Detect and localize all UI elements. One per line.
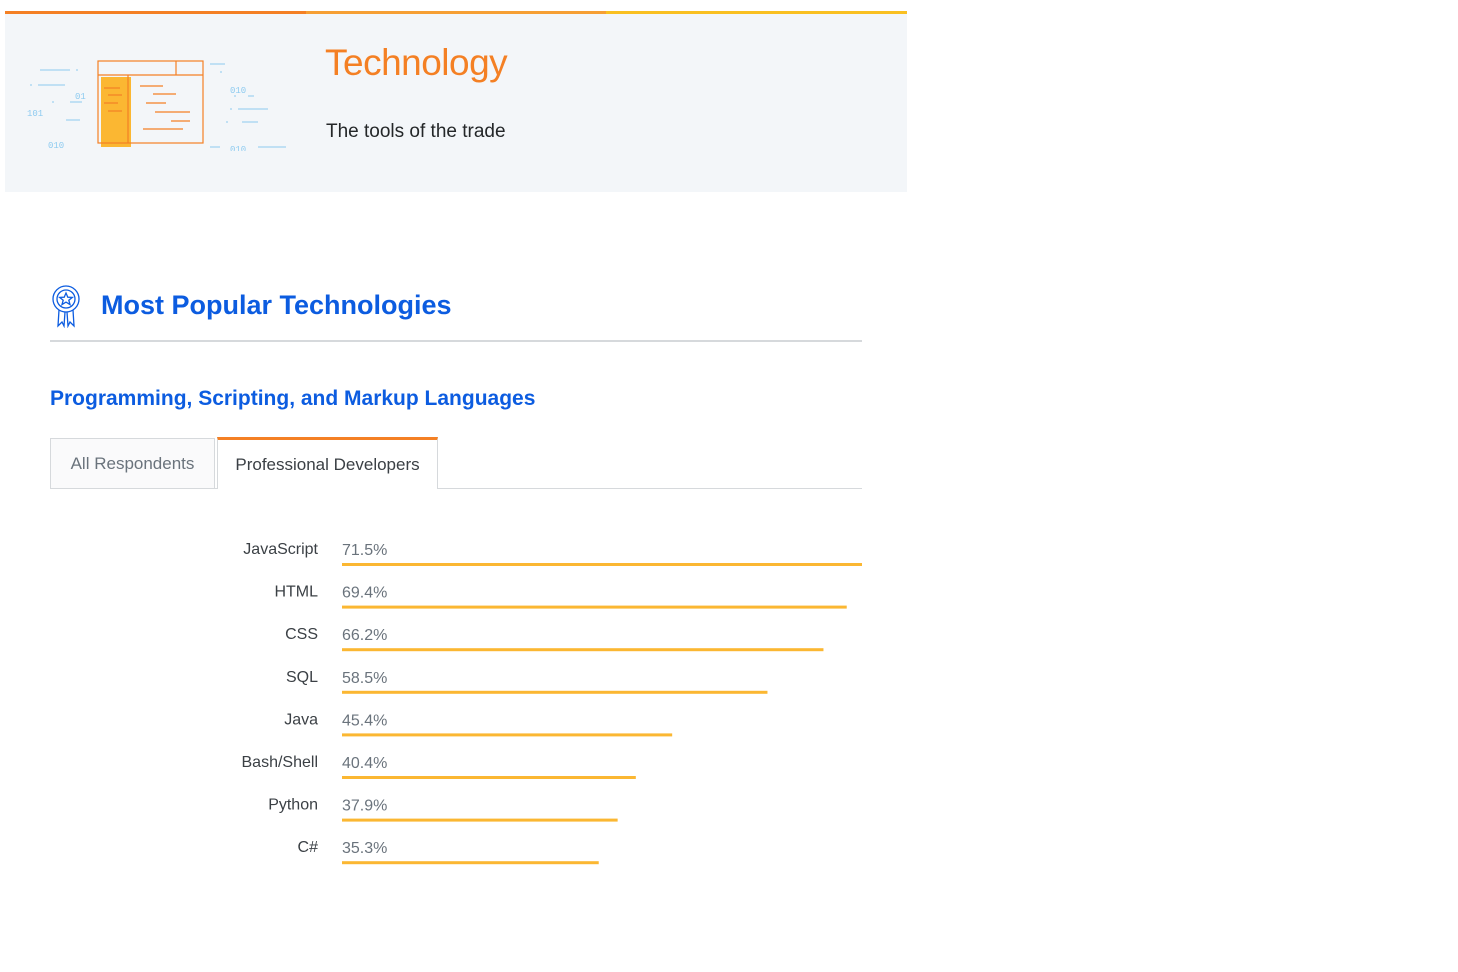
respondent-tabs: All Respondents Professional Developers	[50, 437, 862, 489]
section-title: Most Popular Technologies	[101, 290, 452, 320]
award-ribbon-icon	[52, 285, 80, 328]
binary-digits: 01 010 101 010 010	[27, 86, 246, 151]
category-label: SQL	[286, 669, 318, 686]
chart-row: Python 37.9%	[268, 797, 618, 822]
hero-accent-stripe	[5, 11, 908, 14]
chart-row: SQL 58.5%	[286, 669, 768, 694]
bar	[342, 818, 618, 822]
value-label: 71.5%	[342, 542, 387, 559]
category-label: JavaScript	[243, 541, 318, 558]
stripe-segment	[305, 11, 607, 14]
chart-row: HTML 69.4%	[274, 584, 847, 609]
category-label: Python	[268, 797, 318, 814]
chart-row: C# 35.3%	[298, 839, 599, 865]
stripe-segment	[606, 11, 908, 14]
value-label: 58.5%	[342, 670, 387, 687]
tab-all-respondents[interactable]: All Respondents	[50, 438, 215, 488]
section-header: Most Popular Technologies	[50, 284, 862, 342]
bar	[342, 776, 636, 779]
subsection-title: Programming, Scripting, and Markup Langu…	[50, 387, 536, 410]
bar	[342, 563, 862, 566]
category-label: HTML	[274, 584, 318, 601]
bar	[342, 648, 824, 652]
category-label: Java	[284, 711, 318, 728]
value-label: 40.4%	[342, 755, 387, 772]
stripe-segment	[5, 11, 306, 14]
hero-subtitle: The tools of the trade	[326, 121, 506, 142]
value-label: 35.3%	[342, 840, 387, 857]
chart-row: CSS 66.2%	[285, 626, 824, 652]
hero-banner: 01 010 101 010 010 Technology The tools …	[5, 11, 908, 192]
category-label: CSS	[285, 626, 318, 643]
binary-text: 01	[75, 92, 86, 102]
value-label: 66.2%	[342, 627, 387, 644]
binary-text: 101	[27, 109, 43, 119]
binary-decoration	[30, 63, 286, 148]
value-label: 45.4%	[342, 712, 387, 729]
binary-text: 010	[230, 86, 246, 96]
hero-title: Technology	[325, 42, 508, 83]
chart-row: Bash/Shell 40.4%	[242, 754, 636, 779]
bar	[342, 690, 768, 694]
binary-text: 010	[48, 141, 64, 151]
chart-row: JavaScript 71.5%	[243, 541, 862, 566]
value-label: 37.9%	[342, 798, 387, 815]
bar	[342, 861, 599, 865]
bar	[342, 605, 847, 609]
tab-professional-developers[interactable]: Professional Developers	[217, 437, 438, 489]
category-label: C#	[298, 839, 319, 856]
category-label: Bash/Shell	[242, 754, 319, 771]
code-window-icon: 01 010 101 010 010	[27, 60, 286, 151]
value-label: 69.4%	[342, 585, 387, 602]
bar	[342, 733, 673, 737]
binary-text: 010	[230, 145, 246, 151]
chart-row: Java 45.4%	[284, 711, 673, 737]
chart-canvas: JavaScript 71.5% HTML 69.4% CSS 66.2% SQL 58.5%…	[242, 541, 862, 865]
window-frame	[97, 60, 204, 147]
languages-bar-chart: JavaScript 71.5% HTML 69.4% CSS 66.2% SQL 58.5%…	[0, 500, 900, 884]
